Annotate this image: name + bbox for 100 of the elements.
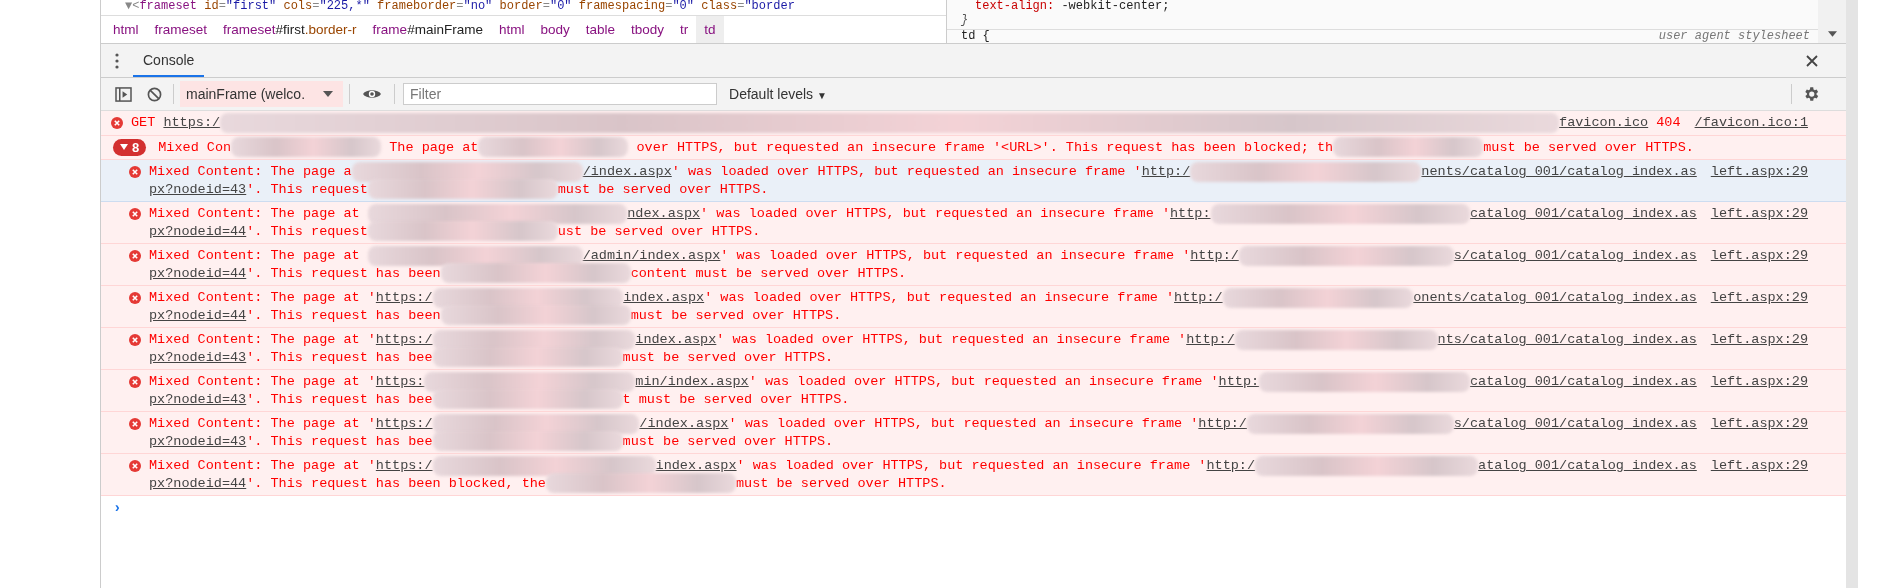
message-text: '. This request has been xyxy=(246,265,441,281)
source-link[interactable]: left.aspx:29 xyxy=(1696,290,1808,306)
url-link[interactable]: index.aspx xyxy=(655,458,737,474)
message-text: Mixed Con xyxy=(158,139,232,155)
console-message[interactable] xyxy=(101,412,1846,454)
url-link[interactable]: http:/ xyxy=(1190,248,1239,264)
filter-field[interactable]: Filter xyxy=(403,83,718,105)
menu-icon[interactable] xyxy=(115,52,119,69)
breadcrumb-item[interactable]: td xyxy=(696,16,724,43)
message-group-header[interactable]: 8 Mixed Con The page at over HTTPS, but requested an insecure frame '<URL>'. This request has been blocked; th must be served over HTTPS. xyxy=(101,135,1846,160)
url-link[interactable]: atalog_001/catalog_index.as xyxy=(1478,458,1697,474)
url-link[interactable]: nents/catalog_001/catalog_index.as xyxy=(1421,164,1697,180)
source-link[interactable]: left.aspx:29 xyxy=(1696,332,1808,348)
url-link[interactable]: /index.aspx xyxy=(639,416,729,432)
close-icon[interactable] xyxy=(1806,54,1818,67)
message-text: '. This request has bee xyxy=(246,433,433,449)
url-link[interactable]: px?nodeid=43 xyxy=(149,391,247,407)
url-link[interactable]: px?nodeid=43 xyxy=(149,181,247,197)
source-link[interactable]: left.aspx:29 xyxy=(1696,248,1808,264)
console-message[interactable] xyxy=(101,244,1846,286)
url-link[interactable]: px?nodeid=44 xyxy=(149,475,247,491)
url-link[interactable]: px?nodeid=44 xyxy=(149,307,247,323)
url-link[interactable]: https:/ xyxy=(163,115,221,131)
url-link[interactable]: nts/catalog_001/catalog_index.as xyxy=(1437,332,1697,348)
console-message[interactable] xyxy=(101,286,1846,328)
url-link[interactable]: ndex.aspx xyxy=(627,206,701,222)
source-link[interactable]: left.aspx:29 xyxy=(1696,206,1808,222)
message-text: '. This request xyxy=(246,223,368,239)
url-link[interactable]: http:/ xyxy=(1186,332,1235,348)
url-link[interactable]: s/catalog_001/catalog_index.as xyxy=(1453,416,1697,432)
source-link[interactable]: /favicon.ico:1 xyxy=(1680,115,1808,131)
url-link[interactable]: index.aspx xyxy=(635,332,717,348)
message-text: '. This request xyxy=(246,181,368,197)
url-link[interactable]: https:/ xyxy=(375,332,433,348)
url-link[interactable]: https:/ xyxy=(375,290,433,306)
console-message[interactable]: Mixed Content: The page at ndex.aspx' was loaded over HTTPS, but requested an insecure frame 'http: catalog_001/catalog_index.as left.aspx:29 px?nodeid=44'. This request ust be served over HTTPS. xyxy=(101,202,1846,244)
url-link[interactable]: https: xyxy=(375,374,425,390)
message-text: GET xyxy=(131,115,157,131)
error-icon xyxy=(111,117,123,129)
message-text: Mixed Content: The page at ' xyxy=(149,290,376,306)
breadcrumb-item[interactable]: frameset xyxy=(146,16,216,43)
source-link[interactable]: left.aspx:29 xyxy=(1696,164,1808,180)
scrollbar[interactable] xyxy=(1818,0,1846,43)
source-link[interactable]: left.aspx:29 xyxy=(1696,458,1808,474)
breadcrumb-item[interactable]: tbody xyxy=(623,16,672,43)
message-text: ' was loaded over HTTPS, but requested an insecure frame ' xyxy=(736,458,1207,474)
url-link[interactable]: min/index.aspx xyxy=(635,374,749,390)
url-link[interactable]: http:/ xyxy=(1206,458,1256,474)
url-link[interactable]: px?nodeid=43 xyxy=(149,433,247,449)
breadcrumb-item[interactable]: table xyxy=(577,16,623,43)
dom-node-line[interactable]: ▼<frameset id="first" cols="225,*" frameborder="no" border="0" framespacing="0" class="border xyxy=(101,0,946,15)
url-link[interactable]: catalog_001/catalog_index.as xyxy=(1469,206,1697,222)
url-link[interactable]: favicon.ico xyxy=(1559,115,1649,131)
log-levels-dropdown[interactable]: Default levels ▼ xyxy=(723,86,827,102)
url-link[interactable]: http: xyxy=(1170,206,1211,222)
error-icon xyxy=(129,208,141,220)
url-link[interactable]: px?nodeid=44 xyxy=(149,265,247,281)
url-link[interactable]: onents/catalog_001/catalog_index.as xyxy=(1413,290,1697,306)
error-icon xyxy=(129,460,141,472)
url-link[interactable]: index.aspx xyxy=(623,290,705,306)
breadcrumb-item[interactable]: html xyxy=(490,16,533,43)
console-message[interactable] xyxy=(101,160,1846,202)
css-brace: } xyxy=(947,14,1818,30)
url-link[interactable]: https:/ xyxy=(375,416,433,432)
url-link[interactable]: http:/ xyxy=(1174,290,1223,306)
breadcrumb-item[interactable]: html xyxy=(105,16,147,43)
scroll-down-icon[interactable] xyxy=(1828,31,1837,37)
url-link[interactable]: s/catalog_001/catalog_index.as xyxy=(1453,248,1697,264)
console-message[interactable] xyxy=(101,454,1846,496)
context-select[interactable]: mainFrame (welco. xyxy=(180,81,344,107)
url-link[interactable]: http:/ xyxy=(1198,416,1247,432)
url-link[interactable]: px?nodeid=43 xyxy=(149,349,247,365)
stylesheet-origin: user agent stylesheet xyxy=(1658,30,1810,44)
message-text: '. This request has been blocked, the xyxy=(246,475,546,491)
breadcrumb-item[interactable]: tr xyxy=(672,16,697,43)
url-link[interactable]: https:/ xyxy=(375,458,433,474)
message-text: must be served over HTTPS. xyxy=(630,307,842,323)
error-icon xyxy=(129,250,141,262)
url-link[interactable]: /admin/index.aspx xyxy=(582,248,721,264)
message-text: Mixed Content: The page a xyxy=(149,164,352,180)
breadcrumb-item[interactable]: frameset#first.border-r xyxy=(215,16,365,43)
url-link[interactable]: http:/ xyxy=(1141,164,1191,180)
console-message[interactable] xyxy=(101,370,1846,412)
message-text: Mixed Content: The page at xyxy=(149,206,361,222)
error-icon xyxy=(129,166,141,178)
console-message[interactable] xyxy=(101,328,1846,370)
sidebar-toggle-icon[interactable] xyxy=(115,86,132,102)
breadcrumb-item[interactable]: frame#mainFrame xyxy=(364,16,491,43)
url-link[interactable]: px?nodeid=44 xyxy=(149,223,247,239)
url-link[interactable]: http: xyxy=(1218,374,1260,390)
url-link[interactable]: /index.aspx xyxy=(582,164,672,180)
message-text: must be served over HTTPS. xyxy=(735,475,947,491)
clear-console-icon[interactable] xyxy=(146,86,163,102)
prompt-caret[interactable]: › xyxy=(113,500,122,516)
source-link[interactable]: left.aspx:29 xyxy=(1696,416,1808,432)
console-message[interactable]: GET https:/ favicon.ico 404 /favicon.ico:1 xyxy=(101,111,1846,136)
url-link[interactable]: catalog_001/catalog_index.as xyxy=(1469,374,1697,390)
source-link[interactable]: left.aspx:29 xyxy=(1696,374,1808,390)
eye-icon[interactable] xyxy=(362,88,383,100)
breadcrumb-item[interactable]: body xyxy=(532,16,578,43)
